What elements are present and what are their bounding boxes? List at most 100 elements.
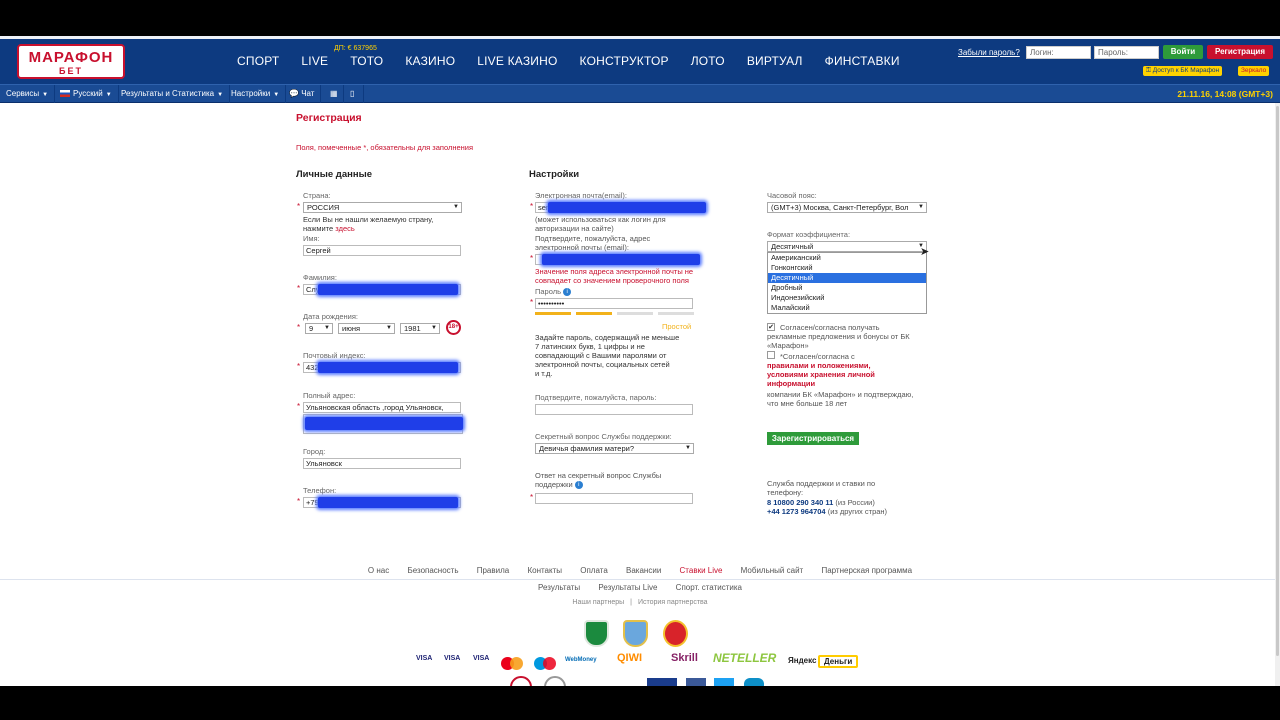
footer-link-results-live[interactable]: Результаты Live xyxy=(598,583,657,592)
odds-format-select[interactable]: Десятичный ▼ xyxy=(767,241,927,252)
odds-option-fractional[interactable]: Дробный xyxy=(768,283,926,293)
footer-link-rules[interactable]: Правила xyxy=(477,566,509,575)
password-hint-1: Задайте пароль, содержащий не меньше xyxy=(535,333,680,342)
malaga-crest-icon[interactable] xyxy=(623,620,648,647)
email-error-2: совпадает со значением проверочного поля xyxy=(535,276,689,285)
marathon-logo[interactable]: МАРАФОН БЕТ xyxy=(17,44,125,79)
dob-day-select[interactable]: 9 ▼ xyxy=(305,323,333,334)
login-input[interactable]: Логин: xyxy=(1026,46,1091,59)
chat-button[interactable]: 💬 Чат xyxy=(283,85,322,103)
telegram-icon[interactable] xyxy=(744,678,764,686)
register-button[interactable]: Регистрация xyxy=(1207,45,1273,59)
footer-link-results[interactable]: Результаты xyxy=(538,583,580,592)
required-star: * xyxy=(530,298,534,307)
language-menu[interactable]: Русский ▼ xyxy=(54,85,119,103)
grid-view-icon[interactable]: ▦ xyxy=(324,85,344,103)
footer-link-partners[interactable]: Партнерская программа xyxy=(821,566,912,575)
footer-link-partnership-history[interactable]: История партнерства xyxy=(638,599,708,606)
city-field[interactable]: Ульяновск xyxy=(303,458,461,469)
confirm-email-label-2: электронной почты (email): xyxy=(535,243,629,252)
dob-month-value: июня xyxy=(342,324,361,333)
promo-consent-checkbox[interactable]: ✔ xyxy=(767,323,775,331)
chevron-down-icon: ▼ xyxy=(105,92,112,98)
email-hint-1: (может использоваться как логин для xyxy=(535,215,666,224)
dob-month-select[interactable]: июня ▼ xyxy=(338,323,395,334)
nav-virtual[interactable]: ВИРТУАЛ xyxy=(747,54,803,68)
footer-link-vacancies[interactable]: Вакансии xyxy=(626,566,661,575)
chat-label: Чат xyxy=(301,89,315,98)
footer-link-live-bets[interactable]: Ставки Live xyxy=(680,566,723,575)
odds-option-indonesian[interactable]: Индонезийский xyxy=(768,293,926,303)
qiwi-icon: QIWI xyxy=(617,652,643,664)
results-menu[interactable]: Результаты и Статистика ▼ xyxy=(115,85,231,103)
nav-live-casino[interactable]: LIVE КАЗИНО xyxy=(477,54,557,68)
footer-link-security[interactable]: Безопасность xyxy=(407,566,458,575)
mirror-link[interactable]: Зеркало xyxy=(1238,66,1270,76)
nav-casino[interactable]: КАЗИНО xyxy=(405,54,455,68)
sub-nav: Сервисы ▼ Русский ▼ Результаты и Статистик… xyxy=(0,84,1280,103)
footer-link-payment[interactable]: Оплата xyxy=(580,566,608,575)
address-field[interactable]: Ульяновская область ,город Ульяновск, xyxy=(303,402,461,413)
odds-option-american[interactable]: Американский xyxy=(768,253,926,263)
manchester-united-crest-icon[interactable] xyxy=(663,620,688,647)
terms-link-storage[interactable]: условиями хранения личной xyxy=(767,370,875,379)
footer-link-contacts[interactable]: Контакты xyxy=(527,566,562,575)
nav-finbets[interactable]: ФИНСТАВКИ xyxy=(825,54,900,68)
odds-format-label: Формат коэффициента: xyxy=(767,230,851,239)
terms-link-rules[interactable]: правилами и положениями, xyxy=(767,361,871,370)
timezone-select[interactable]: (GMT+3) Москва, Санкт-Петербург, Вол ▼ xyxy=(767,202,927,213)
phone-intl: +44 1273 964704 xyxy=(767,507,826,516)
terms-link-info[interactable]: информации xyxy=(767,379,815,388)
twitter-icon[interactable] xyxy=(714,678,734,686)
submit-registration-button[interactable]: Зарегистрироваться xyxy=(767,432,859,445)
footer-links-row1: О нас Безопасность Правила Контакты Опла… xyxy=(0,566,1280,575)
secret-question-label: Секретный вопрос Службы поддержки: xyxy=(535,432,672,441)
confirm-password-field[interactable] xyxy=(535,404,693,415)
nav-loto[interactable]: ЛОТО xyxy=(691,54,725,68)
password-label-text: Пароль xyxy=(535,287,562,296)
chevron-down-icon: ▼ xyxy=(431,325,437,331)
maestro-icon xyxy=(534,657,556,670)
phone-ru: 8 10800 290 340 11 xyxy=(767,498,834,507)
neteller-icon: NETELLER xyxy=(713,651,777,665)
russia-flag-icon xyxy=(60,90,70,98)
name-field[interactable]: Сергей xyxy=(303,245,461,256)
odds-option-decimal[interactable]: Десятичный xyxy=(768,273,926,283)
services-menu[interactable]: Сервисы ▼ xyxy=(0,85,56,103)
info-icon[interactable]: i xyxy=(574,481,583,490)
mobile-icon[interactable]: ▯ xyxy=(344,85,364,103)
redaction-mask xyxy=(318,284,458,295)
secret-question-select[interactable]: Девичья фамилия матери? ▼ xyxy=(535,443,694,454)
hibernian-crest-icon[interactable] xyxy=(584,620,609,647)
terms-consent-checkbox[interactable] xyxy=(767,351,775,359)
forgot-password-link[interactable]: Забыли пароль? xyxy=(958,48,1020,57)
footer-links-row2: Результаты Результаты Live Спорт. статис… xyxy=(0,583,1280,592)
footer-link-our-partners[interactable]: Наши партнеры xyxy=(572,599,624,606)
footer-link-sport-stats[interactable]: Спорт. статистика xyxy=(676,583,742,592)
page-title: Регистрация xyxy=(296,112,362,124)
facebook-icon[interactable] xyxy=(686,678,706,686)
country-select[interactable]: РОССИЯ ▼ xyxy=(303,202,462,213)
surname-label: Фамилия: xyxy=(303,273,337,282)
nav-constructor[interactable]: КОНСТРУКТОР xyxy=(580,54,669,68)
required-star: * xyxy=(297,202,301,211)
access-link[interactable]: ⚿ Доступ к БК Марафон xyxy=(1143,66,1223,76)
country-hint-link[interactable]: здесь xyxy=(335,224,354,233)
odds-option-malay[interactable]: Малайский xyxy=(768,303,926,313)
settings-menu[interactable]: Настройки ▼ xyxy=(225,85,287,103)
nav-live[interactable]: LIVE xyxy=(301,54,328,68)
password-input[interactable]: Пароль: xyxy=(1094,46,1159,59)
secret-answer-field[interactable] xyxy=(535,493,693,504)
name-label: Имя: xyxy=(303,234,320,243)
nav-toto[interactable]: ТОТО xyxy=(350,54,383,68)
footer-link-mobile[interactable]: Мобильный сайт xyxy=(741,566,804,575)
nav-sport[interactable]: СПОРТ xyxy=(237,54,279,68)
info-icon[interactable]: i xyxy=(563,288,572,297)
scrollbar-thumb[interactable] xyxy=(1276,106,1279,656)
footer-link-about[interactable]: О нас xyxy=(368,566,389,575)
odds-option-hongkong[interactable]: Гонконгский xyxy=(768,263,926,273)
password-field[interactable]: •••••••••• xyxy=(535,298,693,309)
personal-heading: Личные данные xyxy=(296,169,372,180)
dob-year-select[interactable]: 1981 ▼ xyxy=(400,323,440,334)
login-button[interactable]: Войти xyxy=(1163,45,1203,59)
